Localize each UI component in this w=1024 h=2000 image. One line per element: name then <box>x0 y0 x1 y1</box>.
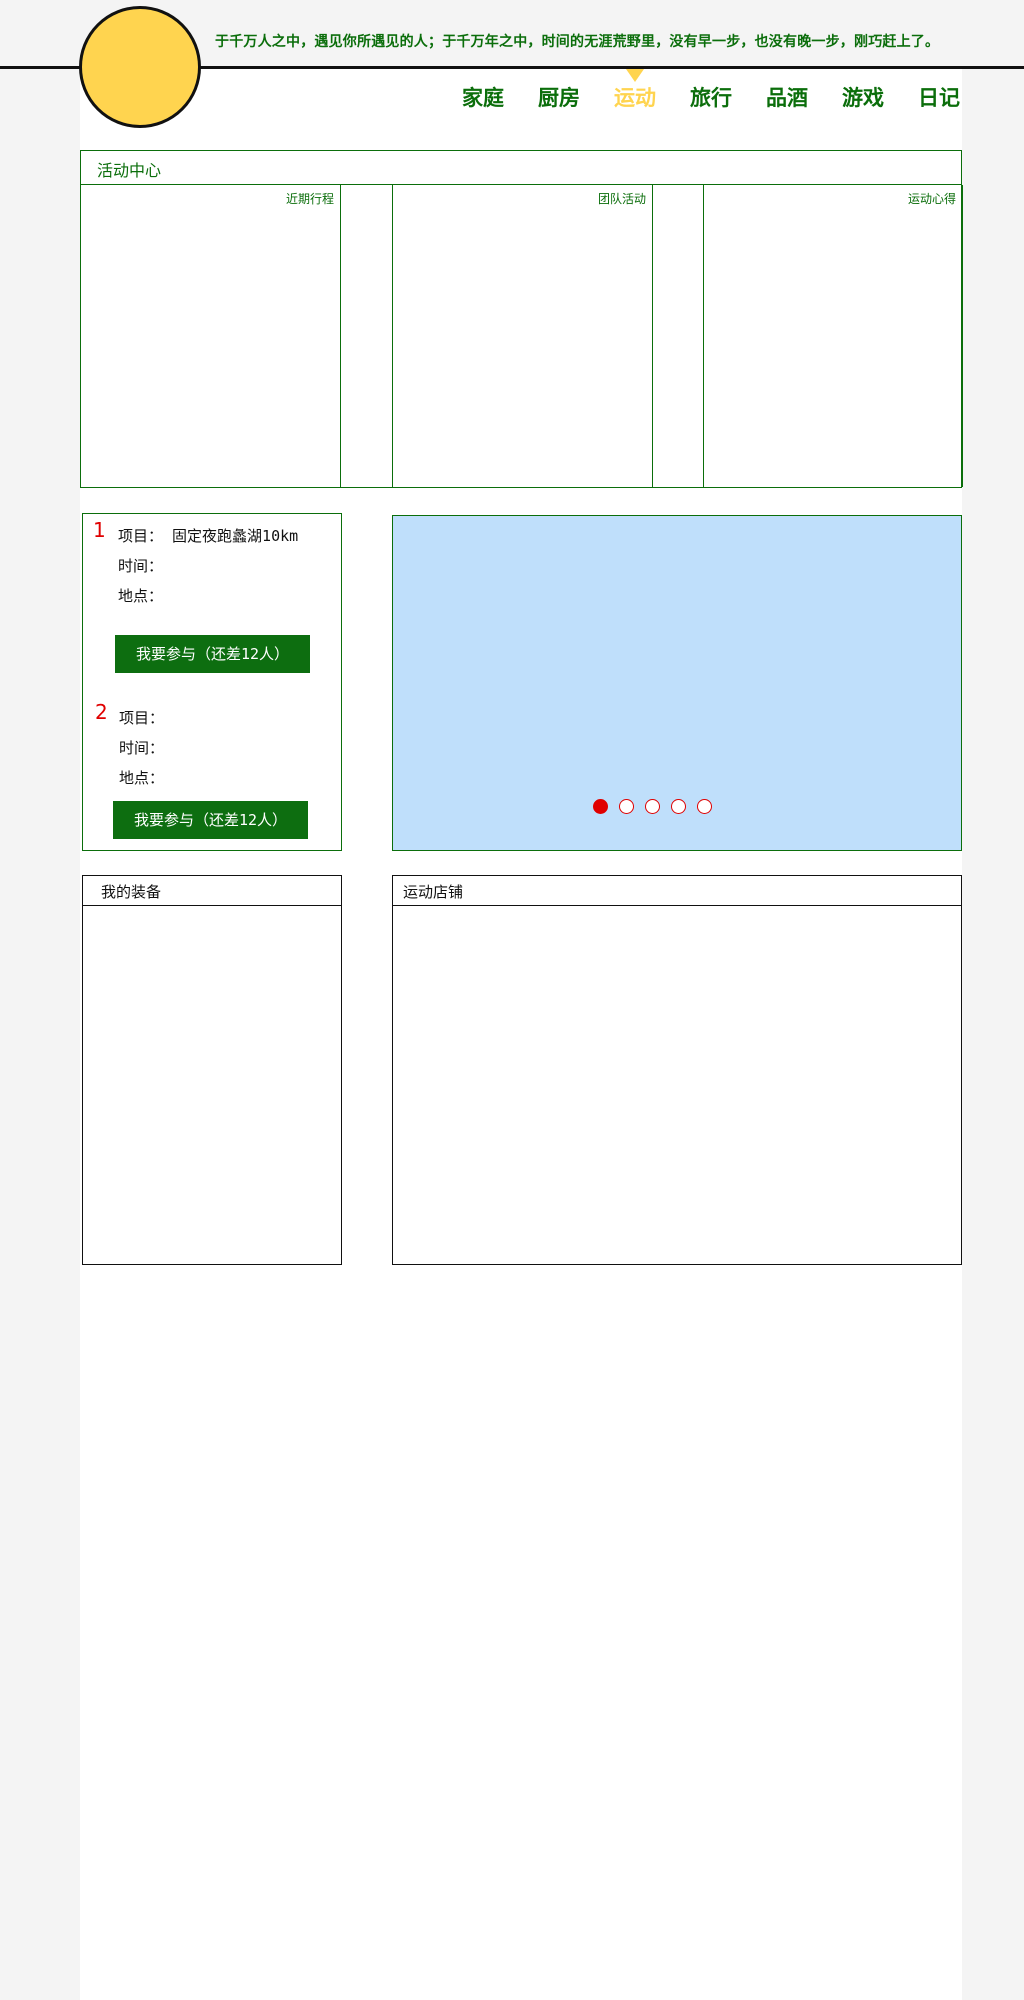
join-button[interactable]: 我要参与（还差12人） <box>115 635 310 673</box>
plan-project-line: 项目： 固定夜跑蠡湖10km <box>118 525 298 546</box>
activity-center-title: 活动中心 <box>97 161 162 180</box>
carousel-dots <box>593 799 712 814</box>
plan-time-label: 时间： <box>118 557 164 575</box>
sports-notes-column: 运动心得 <box>703 185 963 487</box>
nav-item-games[interactable]: 游戏 <box>842 82 884 112</box>
nav-item-sports-label: 运动 <box>614 86 656 110</box>
plan-place-label: 地点： <box>119 769 165 787</box>
activity-center: 活动中心 近期行程 团队活动 运动心得 <box>80 150 963 488</box>
plan-time-label: 时间： <box>119 739 165 757</box>
image-carousel[interactable] <box>392 515 962 851</box>
plan-project-label: 项目： <box>119 709 165 727</box>
recent-trips-label: 近期行程 <box>285 192 334 206</box>
nav-item-diary[interactable]: 日记 <box>918 82 960 112</box>
carousel-dot[interactable] <box>697 799 712 814</box>
plan-number: 1 <box>93 518 106 542</box>
recent-trips-column: 近期行程 <box>80 185 341 487</box>
sports-shop-title: 运动店铺 <box>403 883 464 901</box>
plan-place-label: 地点： <box>118 587 164 605</box>
carousel-dot[interactable] <box>645 799 660 814</box>
main-nav: 家庭 厨房 运动 旅行 品酒 游戏 日记 <box>462 69 960 112</box>
plan-project-label: 项目： <box>118 527 164 545</box>
join-button[interactable]: 我要参与（还差12人） <box>113 801 308 839</box>
carousel-dot[interactable] <box>619 799 634 814</box>
team-activities-label: 团队活动 <box>597 192 646 206</box>
my-equipment-title: 我的装备 <box>101 883 162 901</box>
panel-divider <box>393 905 961 906</box>
header-motto: 于千万人之中，遇见你所遇见的人；于千万年之中，时间的无涯荒野里，没有早一步，也没… <box>215 34 940 50</box>
carousel-dot[interactable] <box>671 799 686 814</box>
nav-item-family[interactable]: 家庭 <box>462 82 504 112</box>
plan-project-value: 固定夜跑蠡湖10km <box>172 527 299 545</box>
sports-shop-panel: 运动店铺 <box>392 875 962 1265</box>
panel-divider <box>83 905 341 906</box>
nav-item-kitchen[interactable]: 厨房 <box>538 82 580 112</box>
my-equipment-panel: 我的装备 <box>82 875 342 1265</box>
sports-notes-label: 运动心得 <box>907 192 956 206</box>
carousel-dot[interactable] <box>593 799 608 814</box>
nav-item-sports[interactable]: 运动 <box>614 69 656 112</box>
plan-number: 2 <box>95 700 108 724</box>
team-activities-column: 团队活动 <box>392 185 653 487</box>
activity-plan-box: 1 项目： 固定夜跑蠡湖10km 时间： 地点： 我要参与（还差12人） 2 项… <box>82 513 342 851</box>
nav-item-travel[interactable]: 旅行 <box>690 82 732 112</box>
nav-item-wine[interactable]: 品酒 <box>766 82 808 112</box>
logo-circle[interactable] <box>79 6 201 128</box>
active-pointer-icon <box>626 69 644 82</box>
